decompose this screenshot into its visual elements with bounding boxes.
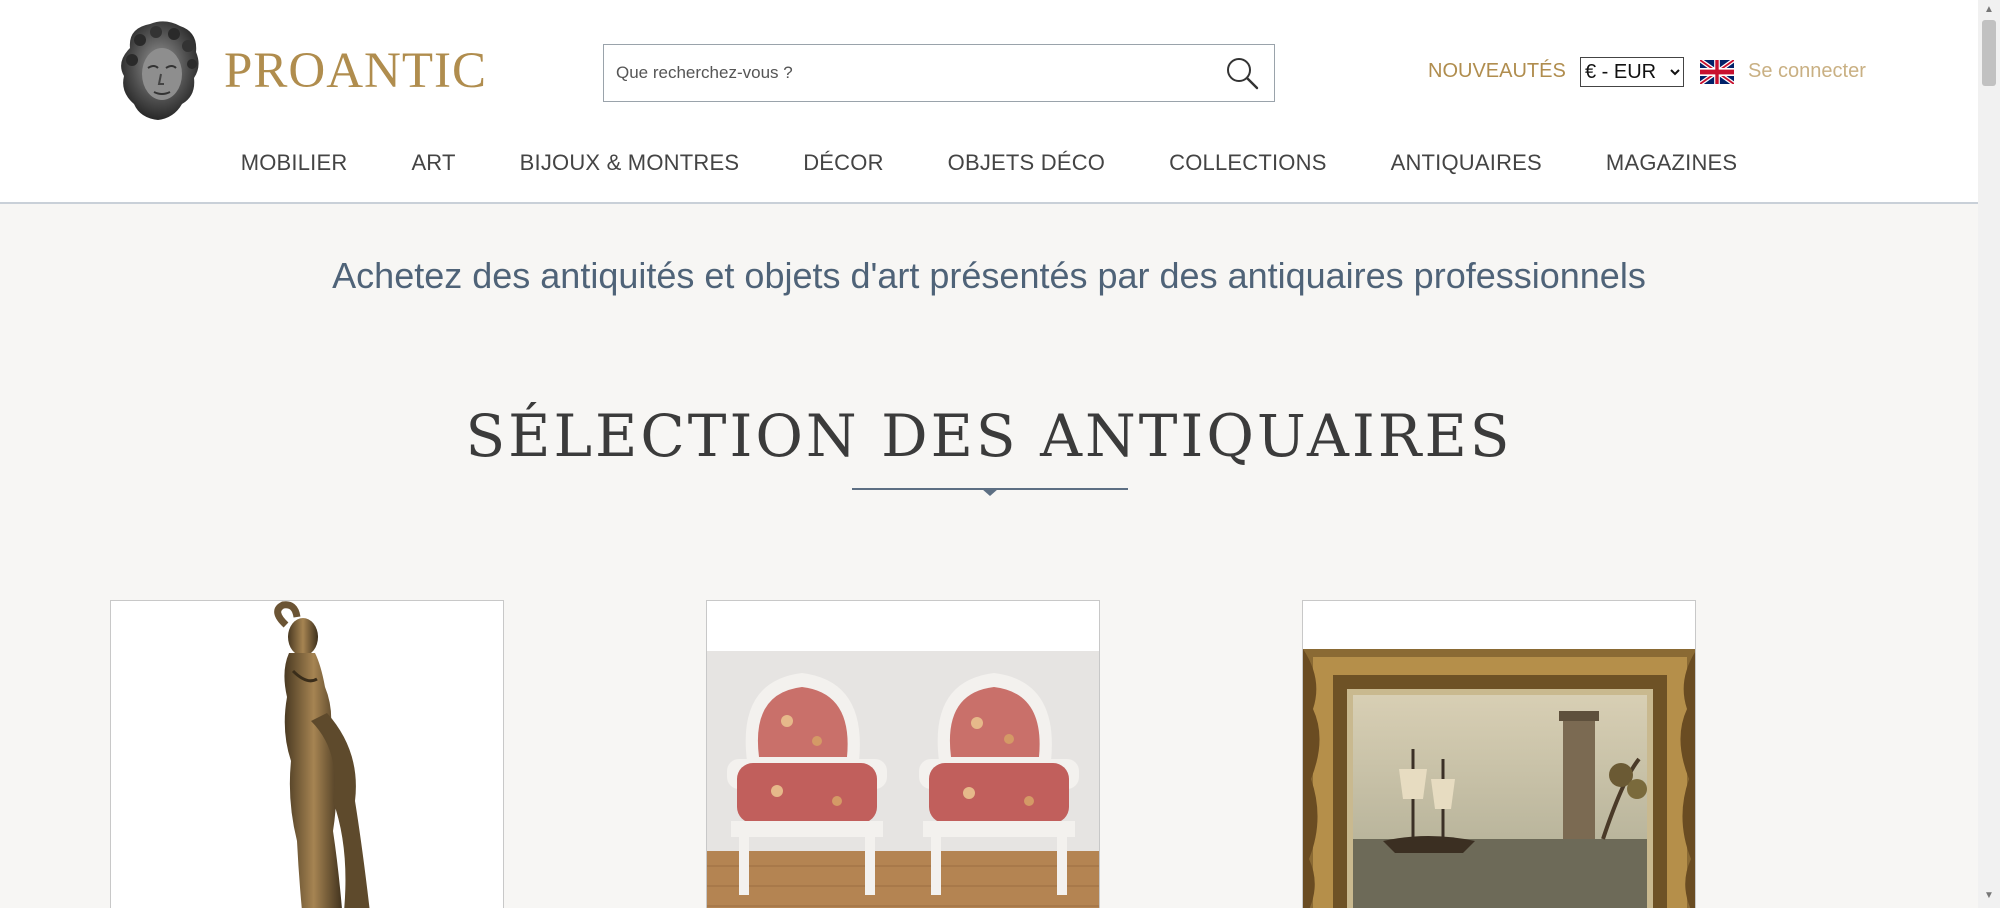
logo-bust-icon	[121, 21, 199, 120]
section-title: SÉLECTION DES ANTIQUAIRES	[465, 402, 1513, 470]
nouveautes-link[interactable]: NOUVEAUTÉS	[1428, 60, 1566, 83]
product-card[interactable]	[706, 600, 1100, 908]
nav-item-objets-deco[interactable]: OBJETS DÉCO	[948, 150, 1105, 176]
nav-item-collections[interactable]: COLLECTIONS	[1169, 150, 1326, 176]
vertical-scrollbar[interactable]: ▲ ▼	[1978, 0, 2000, 908]
scrollbar-thumb[interactable]	[1982, 20, 1996, 86]
nav-item-art[interactable]: ART	[411, 150, 455, 176]
product-card[interactable]	[1302, 600, 1696, 908]
nav-item-decor[interactable]: DÉCOR	[803, 150, 883, 176]
tagline: Achetez des antiquités et objets d'art p…	[332, 255, 1646, 296]
currency-select[interactable]: € - EUR	[1580, 57, 1684, 87]
uk-flag-icon[interactable]	[1700, 60, 1734, 84]
login-link[interactable]: Se connecter	[1748, 60, 1866, 83]
product-card[interactable]	[110, 600, 504, 908]
nav-item-magazines[interactable]: MAGAZINES	[1606, 150, 1737, 176]
bronze-statue-image	[111, 601, 503, 908]
nav-item-mobilier[interactable]: MOBILIER	[241, 150, 348, 176]
search-icon[interactable]	[1224, 55, 1260, 91]
main-nav: MOBILIER ART BIJOUX & MONTRES DÉCOR OBJE…	[0, 150, 1978, 176]
site-header: PROANTIC NOUVEAUTÉS € - EUR Se connecter…	[0, 0, 1978, 204]
title-divider	[852, 488, 1128, 496]
nav-item-bijoux-montres[interactable]: BIJOUX & MONTRES	[520, 150, 740, 176]
logo-link[interactable]: PROANTIC	[110, 18, 487, 124]
scroll-up-arrow-icon[interactable]: ▲	[1983, 4, 1995, 16]
page: PROANTIC NOUVEAUTÉS € - EUR Se connecter…	[0, 0, 1978, 908]
pair-of-armchairs-image	[707, 651, 1099, 908]
scroll-down-arrow-icon[interactable]: ▼	[1983, 890, 1995, 902]
nav-item-antiquaires[interactable]: ANTIQUAIRES	[1391, 150, 1542, 176]
framed-marine-painting-image	[1303, 649, 1695, 908]
search-input[interactable]	[604, 45, 1206, 101]
logo-text: PROANTIC	[224, 43, 488, 99]
search-box	[603, 44, 1275, 102]
